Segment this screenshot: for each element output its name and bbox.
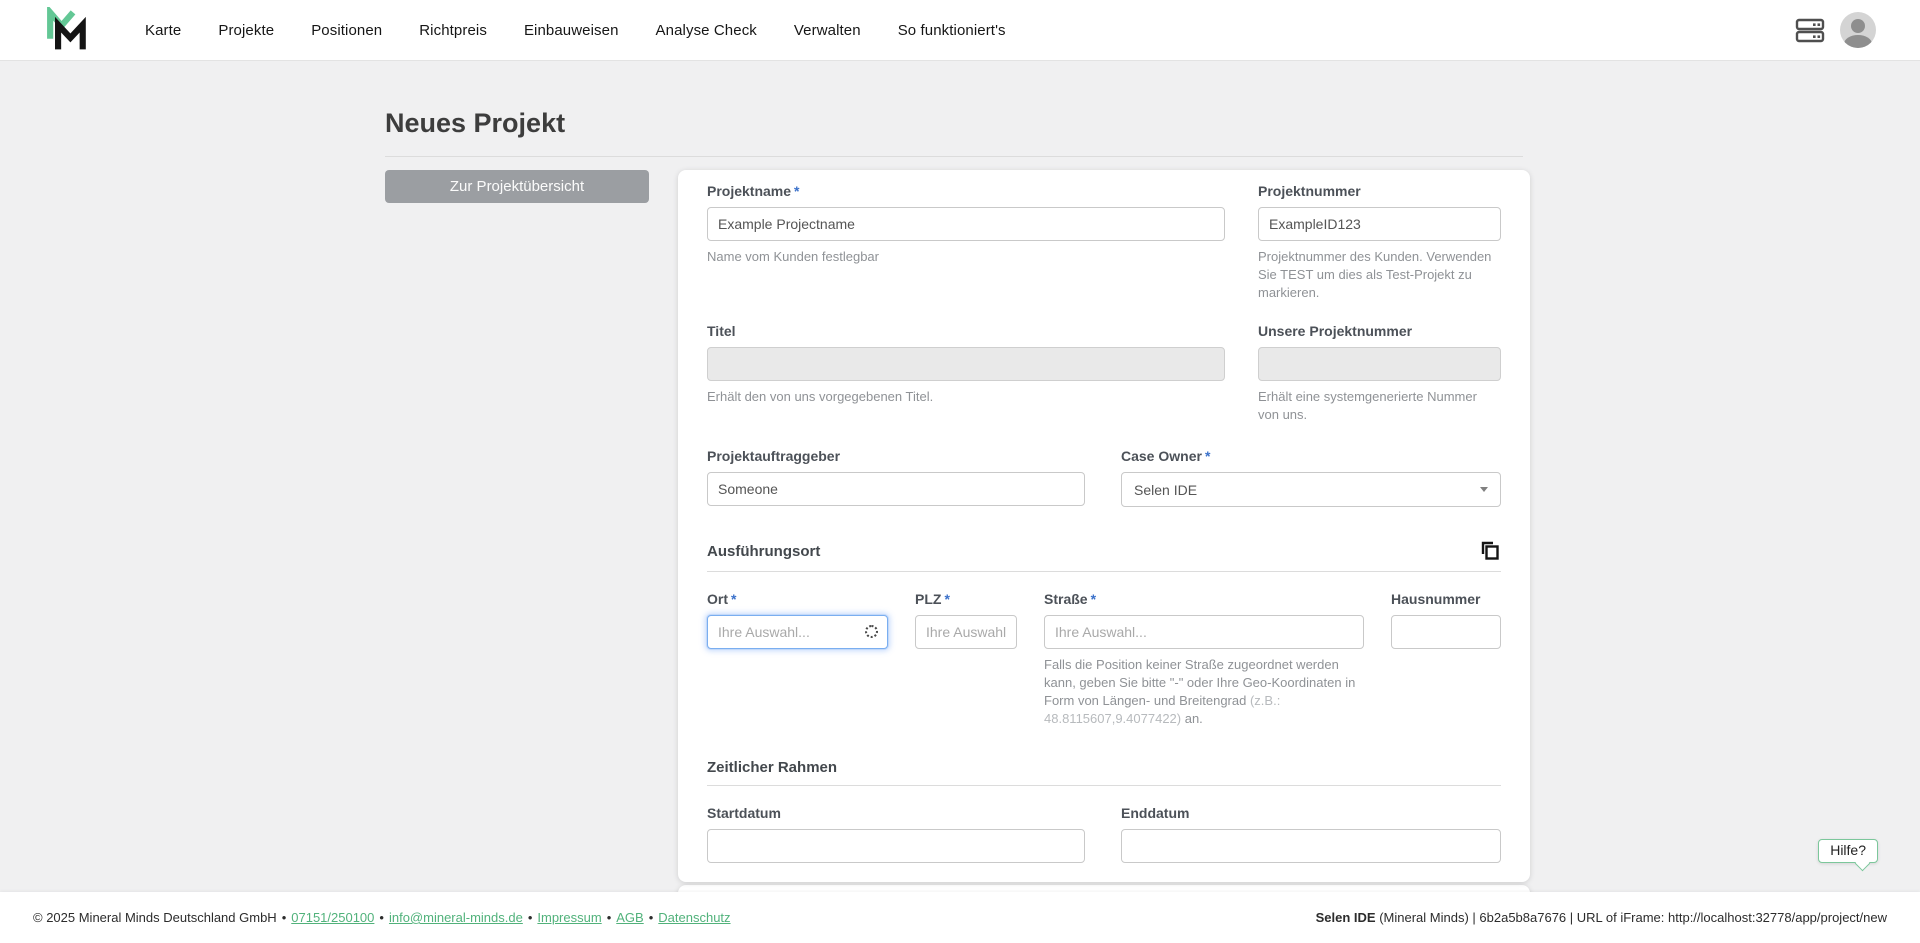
projektnummer-hint: Projektnummer des Kunden. Verwenden Sie …	[1258, 248, 1501, 302]
startdatum-label: Startdatum	[707, 805, 1085, 822]
field-projektnummer: Projektnummer Projektnummer des Kunden. …	[1258, 183, 1501, 302]
field-projektname: Projektname* Name vom Kunden festlegbar	[707, 183, 1225, 302]
required-asterisk: *	[1205, 448, 1210, 464]
server-icon[interactable]	[1795, 17, 1825, 43]
strasse-label: Straße*	[1044, 591, 1364, 608]
user-avatar-icon[interactable]	[1840, 12, 1876, 48]
section-ausfuehrungsort: Ausführungsort	[707, 540, 1501, 572]
new-project-form-card: Projektname* Name vom Kunden festlegbar …	[678, 170, 1530, 882]
footer-session-info: Selen IDE (Mineral Minds) | 6b2a5b8a7676…	[1316, 910, 1887, 925]
nav-item-karte[interactable]: Karte	[145, 22, 181, 39]
footer-phone-link[interactable]: 07151/250100	[291, 910, 374, 925]
header-actions	[1795, 12, 1920, 48]
ort-label: Ort*	[707, 591, 888, 608]
loading-spinner-icon	[865, 625, 878, 638]
footer-session-details: (Mineral Minds) | 6b2a5b8a7676 | URL of …	[1376, 910, 1887, 925]
footer: © 2025 Mineral Minds Deutschland GmbH • …	[0, 892, 1920, 943]
ort-input-wrapper	[707, 615, 888, 649]
row-projektname-projektnummer: Projektname* Name vom Kunden festlegbar …	[707, 183, 1501, 302]
footer-separator: •	[528, 910, 533, 925]
nav-item-einbauweisen[interactable]: Einbauweisen	[524, 22, 619, 39]
field-plz: PLZ*	[915, 591, 1017, 728]
strasse-hint: Falls die Position keiner Straße zugeord…	[1044, 656, 1364, 728]
section-zeitlicher-rahmen: Zeitlicher Rahmen	[707, 759, 1501, 786]
footer-copyright: © 2025 Mineral Minds Deutschland GmbH	[33, 910, 277, 925]
projektauftraggeber-input[interactable]	[707, 472, 1085, 506]
row-titel-unsere-projektnummer: Titel Erhält den von uns vorgegebenen Ti…	[707, 323, 1501, 424]
footer-user-name: Selen IDE	[1316, 910, 1376, 925]
plz-input[interactable]	[915, 615, 1017, 649]
field-hausnummer: Hausnummer	[1391, 591, 1501, 728]
case-owner-select[interactable]: Selen IDE	[1121, 472, 1501, 507]
plz-label: PLZ*	[915, 591, 1017, 608]
projektnummer-label: Projektnummer	[1258, 183, 1501, 200]
required-asterisk: *	[944, 591, 949, 607]
unsere-projektnummer-hint: Erhält eine systemgenerierte Nummer von …	[1258, 388, 1501, 424]
row-datum: Startdatum Enddatum	[707, 805, 1501, 863]
unsere-projektnummer-label: Unsere Projektnummer	[1258, 323, 1501, 340]
projektname-hint: Name vom Kunden festlegbar	[707, 248, 1225, 266]
projektauftraggeber-label: Projektauftraggeber	[707, 448, 1085, 465]
avatar-shoulders	[1844, 35, 1872, 48]
field-titel: Titel Erhält den von uns vorgegebenen Ti…	[707, 323, 1225, 424]
field-case-owner: Case Owner* Selen IDE	[1121, 448, 1501, 507]
top-navigation-bar: Karte Projekte Positionen Richtpreis Ein…	[0, 0, 1920, 61]
enddatum-input[interactable]	[1121, 829, 1501, 863]
footer-separator: •	[379, 910, 384, 925]
title-divider	[385, 156, 1523, 157]
zeitlicher-rahmen-title: Zeitlicher Rahmen	[707, 759, 837, 776]
case-owner-selected-value: Selen IDE	[1134, 482, 1197, 498]
hausnummer-label: Hausnummer	[1391, 591, 1501, 608]
required-asterisk: *	[794, 183, 799, 199]
hausnummer-input[interactable]	[1391, 615, 1501, 649]
footer-email-link[interactable]: info@mineral-minds.de	[389, 910, 523, 925]
chevron-down-icon	[1480, 487, 1488, 492]
footer-agb-link[interactable]: AGB	[616, 910, 643, 925]
projektname-input[interactable]	[707, 207, 1225, 241]
nav-item-positionen[interactable]: Positionen	[311, 22, 382, 39]
startdatum-input[interactable]	[707, 829, 1085, 863]
titel-input	[707, 347, 1225, 381]
nav-item-analyse-check[interactable]: Analyse Check	[656, 22, 757, 39]
nav-item-projekte[interactable]: Projekte	[218, 22, 274, 39]
nav-item-verwalten[interactable]: Verwalten	[794, 22, 861, 39]
copy-icon[interactable]	[1479, 540, 1501, 562]
required-asterisk: *	[731, 591, 736, 607]
titel-hint: Erhält den von uns vorgegebenen Titel.	[707, 388, 1225, 406]
field-unsere-projektnummer: Unsere Projektnummer Erhält eine systemg…	[1258, 323, 1501, 424]
footer-left: © 2025 Mineral Minds Deutschland GmbH • …	[33, 910, 731, 925]
ausfuehrungsort-title: Ausführungsort	[707, 543, 820, 560]
footer-separator: •	[649, 910, 654, 925]
field-startdatum: Startdatum	[707, 805, 1085, 863]
enddatum-label: Enddatum	[1121, 805, 1501, 822]
field-enddatum: Enddatum	[1121, 805, 1501, 863]
field-ort: Ort*	[707, 591, 888, 728]
main-nav: Karte Projekte Positionen Richtpreis Ein…	[145, 22, 1006, 39]
mineral-minds-logo[interactable]	[44, 7, 88, 53]
ort-input[interactable]	[707, 615, 888, 649]
footer-datenschutz-link[interactable]: Datenschutz	[658, 910, 730, 925]
titel-label: Titel	[707, 323, 1225, 340]
unsere-projektnummer-input	[1258, 347, 1501, 381]
footer-separator: •	[607, 910, 612, 925]
projektnummer-input[interactable]	[1258, 207, 1501, 241]
row-auftraggeber-caseowner: Projektauftraggeber Case Owner* Selen ID…	[707, 448, 1501, 507]
case-owner-label: Case Owner*	[1121, 448, 1501, 465]
back-to-project-overview-button[interactable]: Zur Projektübersicht	[385, 170, 649, 203]
nav-item-so-funktionierts[interactable]: So funktioniert's	[898, 22, 1006, 39]
row-adresse: Ort* PLZ* Straße* Falls die Position kei…	[707, 591, 1501, 728]
required-asterisk: *	[1091, 591, 1096, 607]
projektname-label: Projektname*	[707, 183, 1225, 200]
field-strasse: Straße* Falls die Position keiner Straße…	[1044, 591, 1364, 728]
strasse-input[interactable]	[1044, 615, 1364, 649]
nav-item-richtpreis[interactable]: Richtpreis	[419, 22, 487, 39]
footer-impressum-link[interactable]: Impressum	[537, 910, 601, 925]
help-button[interactable]: Hilfe?	[1818, 839, 1878, 863]
avatar-head	[1851, 19, 1865, 33]
field-projektauftraggeber: Projektauftraggeber	[707, 448, 1085, 507]
footer-separator: •	[282, 910, 287, 925]
page-title: Neues Projekt	[385, 108, 565, 139]
